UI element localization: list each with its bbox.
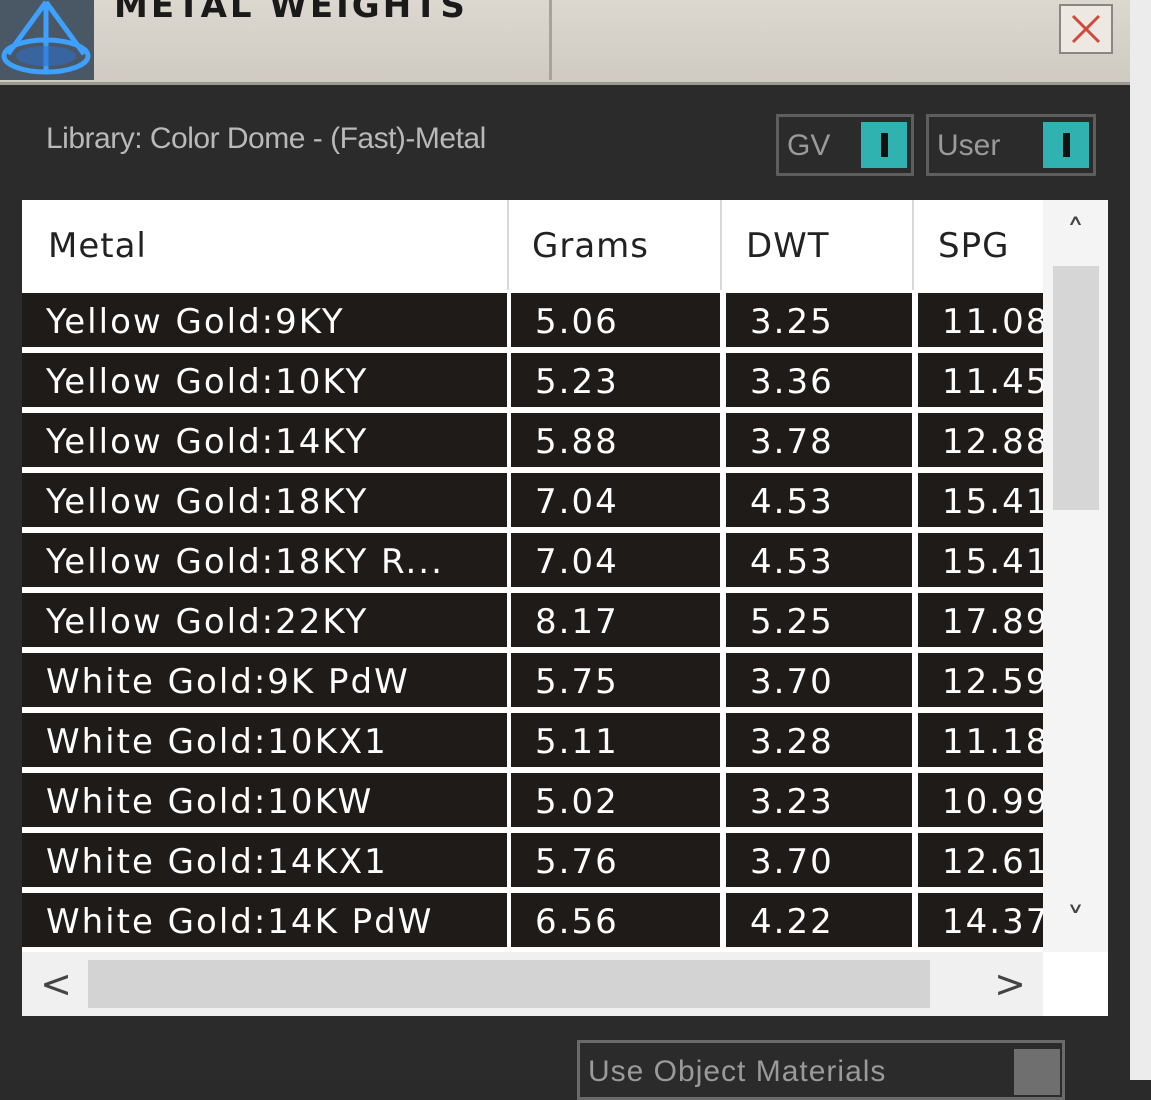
table-row[interactable]: Yellow Gold:18KY R... 7.04 4.53 15.41 — [22, 530, 1043, 590]
column-divider[interactable] — [507, 200, 509, 290]
user-toggle-knob — [1043, 122, 1089, 168]
scroll-right-icon[interactable]: > — [980, 952, 1040, 1016]
gv-toggle-label: GV — [787, 129, 831, 162]
spg-cell: 12.88 — [918, 413, 1043, 467]
grams-cell: 5.76 — [511, 833, 720, 887]
table-row[interactable]: Yellow Gold:9KY 5.06 3.25 11.08 — [22, 290, 1043, 350]
vertical-scrollbar[interactable]: ˄ ˅ — [1043, 200, 1108, 952]
table-header: Metal Grams DWT SPG — [22, 200, 1043, 290]
user-toggle-label: User — [937, 129, 1001, 162]
spg-cell: 10.99 — [918, 773, 1043, 827]
title-divider — [549, 0, 552, 80]
column-header-metal[interactable]: Metal — [48, 200, 147, 290]
table-row[interactable]: White Gold:14K PdW 6.56 4.22 14.37 — [22, 890, 1043, 950]
dwt-cell: 3.23 — [726, 773, 912, 827]
gv-toggle-knob — [861, 122, 907, 168]
table-row[interactable]: White Gold:9K PdW 5.75 3.70 12.59 — [22, 650, 1043, 710]
dwt-cell: 3.36 — [726, 353, 912, 407]
window-title: METAL WEIGHTS — [114, 0, 468, 26]
grams-cell: 5.88 — [511, 413, 720, 467]
gv-toggle[interactable]: GV — [776, 114, 914, 176]
metal-cell: Yellow Gold:14KY — [22, 413, 507, 467]
library-label: Library: Color Dome - (Fast)-Metal — [46, 122, 486, 155]
dwt-cell: 3.70 — [726, 653, 912, 707]
toggle-knob — [1014, 1049, 1060, 1095]
metal-cell: Yellow Gold:18KY — [22, 473, 507, 527]
metal-cell: White Gold:14KX1 — [22, 833, 507, 887]
table-row[interactable]: Yellow Gold:10KY 5.23 3.36 11.45 — [22, 350, 1043, 410]
scroll-down-icon[interactable]: ˅ — [1043, 892, 1108, 952]
window-edge — [1130, 0, 1151, 1080]
metal-cell: White Gold:14K PdW — [22, 893, 507, 947]
spg-cell: 12.61 — [918, 833, 1043, 887]
dwt-cell: 5.25 — [726, 593, 912, 647]
table-row[interactable]: Yellow Gold:22KY 8.17 5.25 17.89 — [22, 590, 1043, 650]
horizontal-scroll-thumb[interactable] — [88, 960, 930, 1008]
horizontal-scrollbar[interactable]: < > — [22, 952, 1043, 1016]
dwt-cell: 3.28 — [726, 713, 912, 767]
grams-cell: 8.17 — [511, 593, 720, 647]
metal-cell: Yellow Gold:10KY — [22, 353, 507, 407]
grams-cell: 6.56 — [511, 893, 720, 947]
user-toggle[interactable]: User — [926, 114, 1096, 176]
spg-cell: 17.89 — [918, 593, 1043, 647]
column-header-spg[interactable]: SPG — [938, 200, 1009, 290]
table-row[interactable]: Yellow Gold:18KY 7.04 4.53 15.41 — [22, 470, 1043, 530]
table-row[interactable]: White Gold:14KX1 5.76 3.70 12.61 — [22, 830, 1043, 890]
dwt-cell: 4.53 — [726, 533, 912, 587]
grams-cell: 5.11 — [511, 713, 720, 767]
metal-cell: White Gold:9K PdW — [22, 653, 507, 707]
metal-weights-table: Metal Grams DWT SPG Yellow Gold:9KY 5.06… — [22, 200, 1108, 1016]
grams-cell: 7.04 — [511, 473, 720, 527]
dwt-cell: 4.22 — [726, 893, 912, 947]
dwt-cell: 3.70 — [726, 833, 912, 887]
use-object-materials-toggle[interactable]: Use Object Materials — [577, 1040, 1065, 1100]
metal-cell: White Gold:10KW — [22, 773, 507, 827]
grams-cell: 5.23 — [511, 353, 720, 407]
spg-cell: 11.08 — [918, 293, 1043, 347]
dwt-cell: 3.25 — [726, 293, 912, 347]
spg-cell: 15.41 — [918, 533, 1043, 587]
table-viewport: Metal Grams DWT SPG Yellow Gold:9KY 5.06… — [22, 200, 1043, 952]
column-divider[interactable] — [912, 200, 914, 290]
grams-cell: 5.06 — [511, 293, 720, 347]
metal-cell: Yellow Gold:9KY — [22, 293, 507, 347]
vertical-scroll-thumb[interactable] — [1053, 266, 1099, 510]
spg-cell: 15.41 — [918, 473, 1043, 527]
dwt-cell: 3.78 — [726, 413, 912, 467]
table-row[interactable]: White Gold:10KX1 5.11 3.28 11.18 — [22, 710, 1043, 770]
spg-cell: 12.59 — [918, 653, 1043, 707]
cone-icon — [0, 0, 94, 80]
scroll-left-icon[interactable]: < — [26, 952, 86, 1016]
grams-cell: 5.02 — [511, 773, 720, 827]
close-icon — [1071, 14, 1101, 44]
metal-weights-window: METAL WEIGHTS Library: Color Dome - (Fas… — [0, 0, 1130, 1100]
column-divider[interactable] — [720, 200, 722, 290]
column-header-grams[interactable]: Grams — [532, 200, 649, 290]
title-bar[interactable]: METAL WEIGHTS — [0, 0, 1130, 85]
grams-cell: 5.75 — [511, 653, 720, 707]
table-row[interactable]: Yellow Gold:14KY 5.88 3.78 12.88 — [22, 410, 1043, 470]
close-button[interactable] — [1059, 4, 1113, 54]
scroll-up-icon[interactable]: ˄ — [1043, 204, 1108, 264]
spg-cell: 14.37 — [918, 893, 1043, 947]
use-object-materials-label: Use Object Materials — [588, 1055, 887, 1088]
metal-cell: Yellow Gold:18KY R... — [22, 533, 507, 587]
dwt-cell: 4.53 — [726, 473, 912, 527]
table-body: Yellow Gold:9KY 5.06 3.25 11.08 Yellow G… — [22, 290, 1043, 950]
spg-cell: 11.18 — [918, 713, 1043, 767]
spg-cell: 11.45 — [918, 353, 1043, 407]
grams-cell: 7.04 — [511, 533, 720, 587]
metal-cell: Yellow Gold:22KY — [22, 593, 507, 647]
metal-cell: White Gold:10KX1 — [22, 713, 507, 767]
column-header-dwt[interactable]: DWT — [746, 200, 830, 290]
table-row[interactable]: White Gold:10KW 5.02 3.23 10.99 — [22, 770, 1043, 830]
